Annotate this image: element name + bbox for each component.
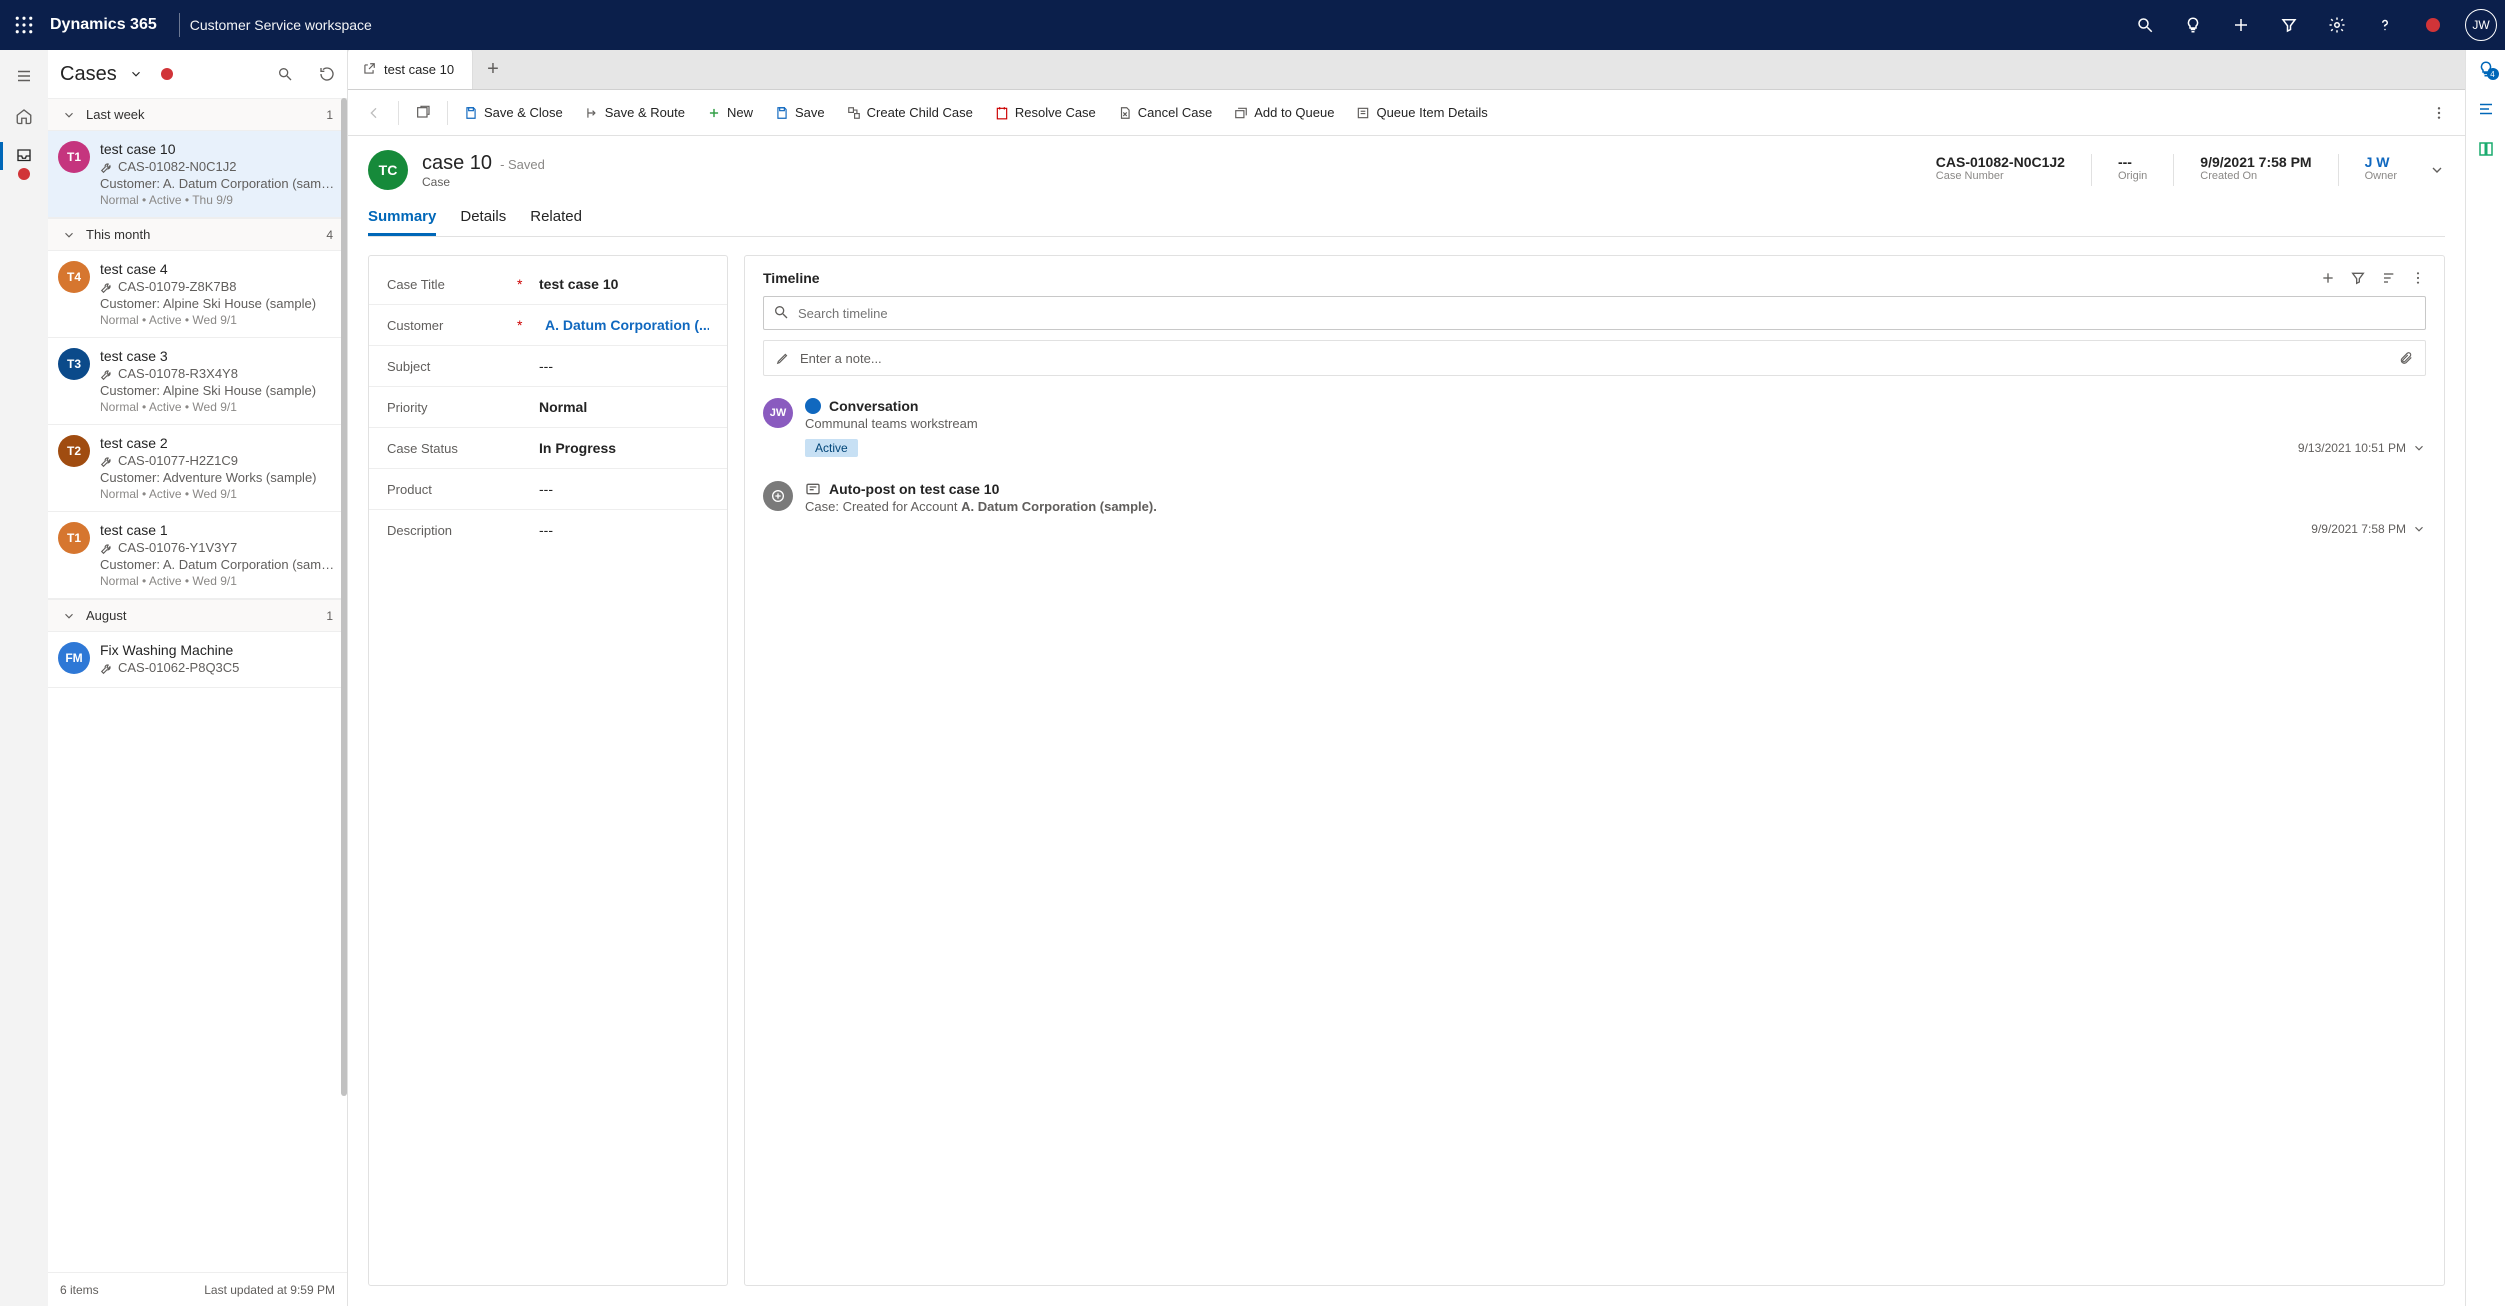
case-list-item[interactable]: T4test case 4CAS-01079-Z8K7B8Customer: A… <box>48 251 347 338</box>
save-button[interactable]: Save <box>765 95 835 131</box>
case-list-item[interactable]: T1test case 10CAS-01082-N0C1J2Customer: … <box>48 131 347 218</box>
timeline-item[interactable]: Auto-post on test case 10Case: Created f… <box>763 475 2426 554</box>
timeline-search-input[interactable] <box>763 296 2426 330</box>
session-tab[interactable]: test case 10 <box>348 50 473 89</box>
back-button[interactable] <box>356 95 392 131</box>
smart-assist-button[interactable]: 4 <box>2477 60 2495 78</box>
record-saved-label: - Saved <box>500 157 545 172</box>
create-child-button[interactable]: Create Child Case <box>837 95 983 131</box>
presence-indicator[interactable] <box>2409 0 2457 50</box>
timeline-search[interactable] <box>763 296 2426 330</box>
help-icon[interactable] <box>2361 0 2409 50</box>
field-subject[interactable]: --- <box>539 358 709 374</box>
tab-details[interactable]: Details <box>460 200 506 236</box>
save-route-button[interactable]: Save & Route <box>575 95 695 131</box>
session-tabstrip: test case 10 + <box>348 50 2465 90</box>
queue-item-details-button[interactable]: Queue Item Details <box>1346 95 1497 131</box>
timeline-title: Timeline <box>763 270 820 286</box>
timeline-sort-icon[interactable] <box>2380 270 2396 286</box>
kpi-owner[interactable]: J W <box>2365 154 2397 170</box>
brand-label: Dynamics 365 <box>48 16 169 34</box>
workspace: test case 10 + Save & Close Save & Route… <box>348 50 2465 1306</box>
list-footer-updated: Last updated at 9:59 PM <box>204 1283 335 1297</box>
kpi-created-on: 9/9/2021 7:58 PM <box>2200 154 2311 170</box>
timeline-item[interactable]: JWConversationCommunal teams workstreamA… <box>763 392 2426 475</box>
hamburger-button[interactable] <box>0 56 48 96</box>
case-list-item[interactable]: T3test case 3CAS-01078-R3X4Y8Customer: A… <box>48 338 347 425</box>
resolve-button[interactable]: Resolve Case <box>985 95 1106 131</box>
case-list-item[interactable]: T2test case 2CAS-01077-H2Z1C9Customer: A… <box>48 425 347 512</box>
scrollbar-hint[interactable] <box>341 98 347 1096</box>
case-list-body: Last week1T1test case 10CAS-01082-N0C1J2… <box>48 98 347 1272</box>
home-button[interactable] <box>0 96 48 136</box>
list-footer-count: 6 items <box>60 1283 99 1297</box>
app-launcher-button[interactable] <box>0 0 48 50</box>
command-bar: Save & Close Save & Route New Save Creat… <box>348 90 2465 136</box>
add-icon[interactable] <box>2217 0 2265 50</box>
overflow-button[interactable] <box>2421 95 2457 131</box>
kpi-case-number: CAS-01082-N0C1J2 <box>1936 154 2065 170</box>
field-product[interactable]: --- <box>539 481 709 497</box>
workspace-label[interactable]: Customer Service workspace <box>190 17 372 33</box>
fields-panel: Case Title*test case 10 Customer*A. Datu… <box>368 255 728 1286</box>
save-close-button[interactable]: Save & Close <box>454 95 573 131</box>
record-avatar: TC <box>368 150 408 190</box>
field-case-title[interactable]: test case 10 <box>539 276 709 292</box>
new-button[interactable]: New <box>697 95 763 131</box>
kpi-origin: --- <box>2118 154 2147 170</box>
list-notification-dot <box>161 68 173 80</box>
list-search-icon[interactable] <box>277 66 293 82</box>
new-tab-button[interactable]: + <box>473 50 513 89</box>
refresh-icon[interactable] <box>319 66 335 82</box>
field-case-status[interactable]: In Progress <box>539 440 709 456</box>
list-group-header[interactable]: August1 <box>48 599 347 632</box>
open-new-window-button[interactable] <box>405 95 441 131</box>
user-avatar[interactable]: JW <box>2457 0 2505 50</box>
list-group-header[interactable]: This month4 <box>48 218 347 251</box>
record-entity-label: Case <box>422 175 545 189</box>
tab-related[interactable]: Related <box>530 200 582 236</box>
brand-divider <box>179 13 180 37</box>
search-icon <box>773 304 789 320</box>
attach-icon[interactable] <box>2399 351 2413 365</box>
field-customer[interactable]: A. Datum Corporation (... <box>539 317 709 333</box>
case-list-item[interactable]: T1test case 1CAS-01076-Y1V3Y7Customer: A… <box>48 512 347 599</box>
case-list-item[interactable]: FMFix Washing MachineCAS-01062-P8Q3C5 <box>48 632 347 688</box>
productivity-pane: 4 <box>2465 50 2505 1306</box>
smart-assist-badge: 4 <box>2487 68 2499 80</box>
global-navbar: Dynamics 365 Customer Service workspace … <box>0 0 2505 50</box>
timeline-note-input[interactable]: Enter a note... <box>763 340 2426 376</box>
record-title: case 10 <box>422 152 492 175</box>
list-group-header[interactable]: Last week1 <box>48 98 347 131</box>
session-tab-label: test case 10 <box>384 62 454 77</box>
filter-icon[interactable] <box>2265 0 2313 50</box>
lightbulb-icon[interactable] <box>2169 0 2217 50</box>
inbox-notification-dot <box>18 168 30 180</box>
timeline-overflow-icon[interactable] <box>2410 270 2426 286</box>
knowledge-button[interactable] <box>2477 140 2495 158</box>
search-icon[interactable] <box>2121 0 2169 50</box>
inbox-button[interactable] <box>0 136 48 176</box>
form-expand-button[interactable] <box>2429 162 2445 178</box>
agent-script-button[interactable] <box>2477 100 2495 118</box>
case-list-panel: Cases Last week1T1test case 10CAS-01082-… <box>48 50 348 1306</box>
gear-icon[interactable] <box>2313 0 2361 50</box>
record-form: TC case 10 - Saved Case CAS-01082-N0C1J2… <box>348 136 2465 1306</box>
field-priority[interactable]: Normal <box>539 399 709 415</box>
add-to-queue-button[interactable]: Add to Queue <box>1224 95 1344 131</box>
cancel-case-button[interactable]: Cancel Case <box>1108 95 1222 131</box>
left-rail <box>0 50 48 1306</box>
tab-summary[interactable]: Summary <box>368 200 436 236</box>
timeline-add-icon[interactable] <box>2320 270 2336 286</box>
timeline-filter-icon[interactable] <box>2350 270 2366 286</box>
form-tabs: Summary Details Related <box>368 200 2445 237</box>
chevron-down-icon[interactable] <box>129 67 143 81</box>
case-list-title[interactable]: Cases <box>60 63 117 86</box>
timeline-panel: Timeline Enter a no <box>744 255 2445 1286</box>
field-description[interactable]: --- <box>539 522 709 538</box>
